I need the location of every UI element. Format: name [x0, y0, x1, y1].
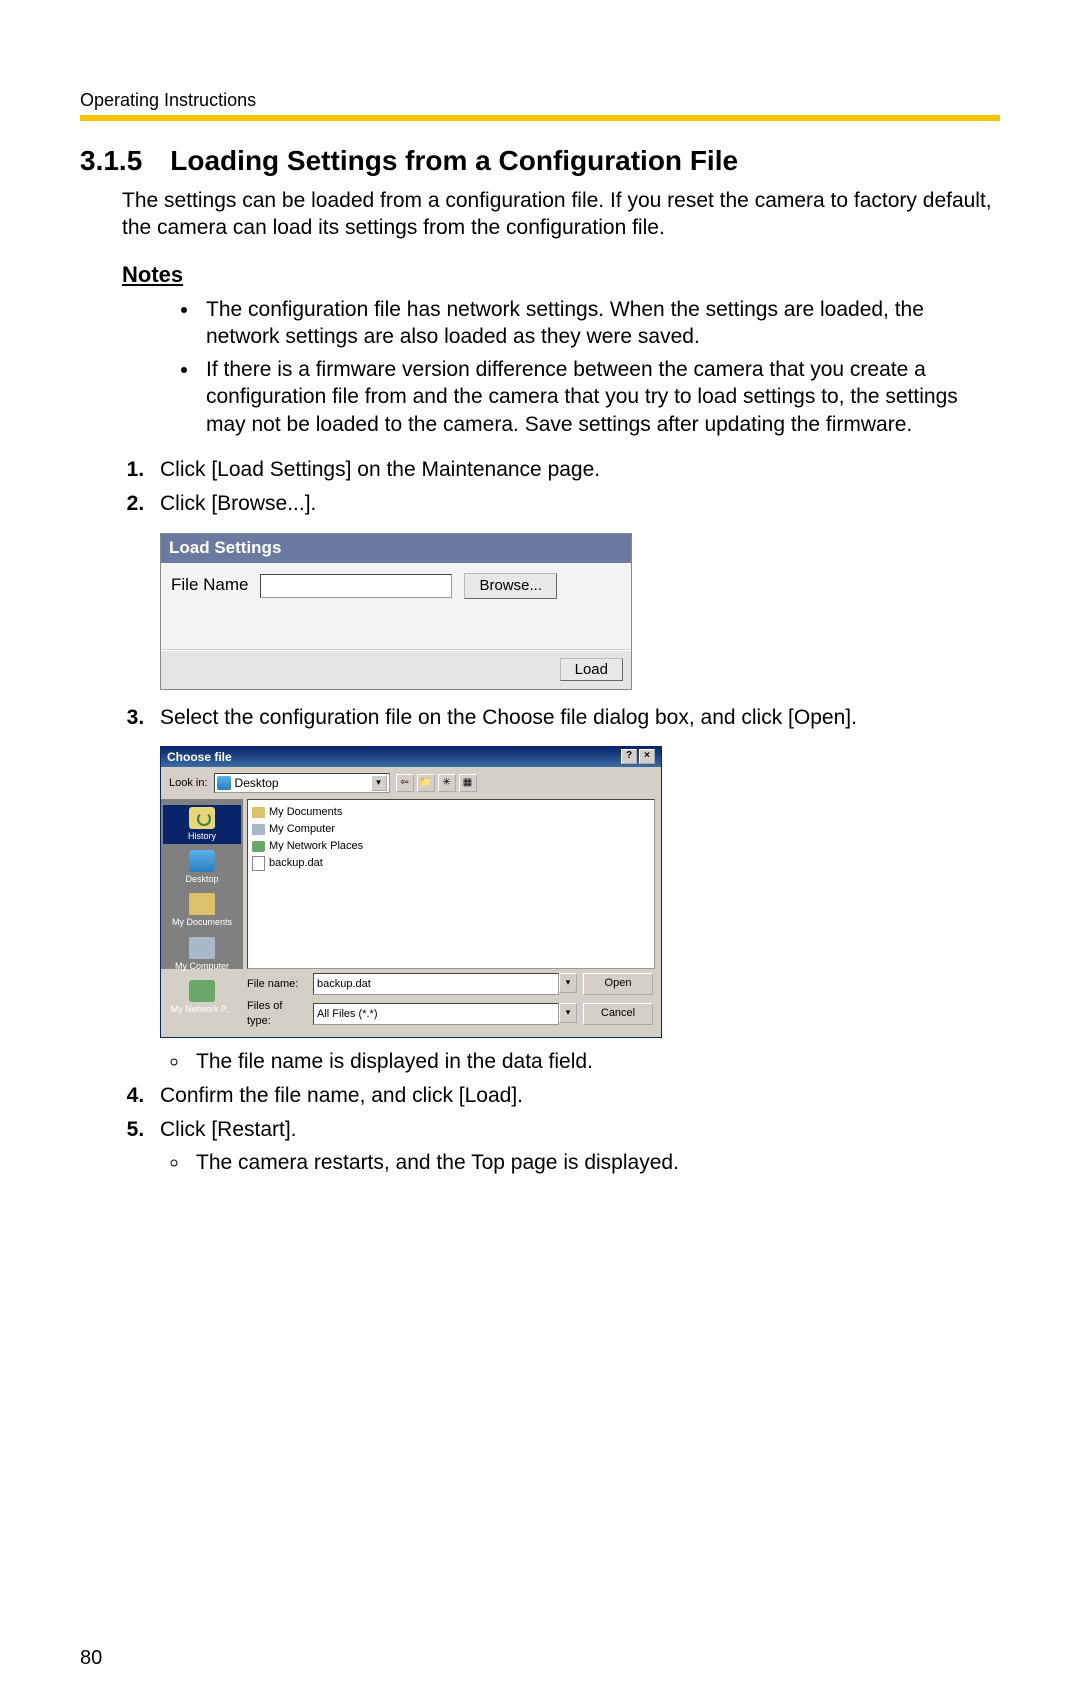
filetype-field[interactable]: All Files (*.*)▾ [313, 1003, 577, 1025]
filename-label: File name: [247, 977, 307, 992]
window-controls: ? × [621, 749, 655, 764]
header-rule [80, 115, 1000, 121]
file-label: backup.dat [269, 856, 323, 871]
sidebar-label: My Documents [172, 917, 232, 927]
step-text: Click [Browse...]. [160, 492, 316, 515]
browse-button[interactable]: Browse... [464, 573, 557, 599]
filetype-label: Files of type: [247, 999, 307, 1029]
load-settings-panel: Load Settings File Name Browse... Load [160, 533, 632, 690]
help-icon[interactable]: ? [621, 749, 637, 764]
panel-footer: Load [161, 650, 631, 689]
running-header: Operating Instructions [80, 90, 1000, 111]
list-item[interactable]: My Network Places [252, 838, 650, 855]
chevron-down-icon[interactable]: ▾ [559, 1003, 577, 1023]
sidebar-label: History [188, 831, 216, 841]
lookin-value: Desktop [235, 775, 279, 791]
new-folder-icon[interactable]: ✳ [438, 774, 456, 792]
file-label: My Network Places [269, 839, 363, 854]
step-4: Confirm the file name, and click [Load]. [150, 1082, 1000, 1110]
folder-icon [252, 807, 265, 818]
places-sidebar: History Desktop My Documents My Computer… [161, 799, 243, 969]
desktop-icon [217, 776, 231, 790]
network-icon [189, 980, 215, 1002]
desktop-icon [189, 850, 215, 872]
sidebar-mydocs[interactable]: My Documents [163, 891, 241, 930]
panel-title: Load Settings [161, 534, 631, 563]
step-2: Click [Browse...]. Load Settings File Na… [150, 490, 1000, 689]
section-title-text: Loading Settings from a Configuration Fi… [170, 145, 738, 176]
sidebar-mycomputer[interactable]: My Computer [163, 935, 241, 974]
filetype-value: All Files (*.*) [313, 1003, 559, 1025]
substep-list: The file name is displayed in the data f… [190, 1048, 1000, 1076]
list-item[interactable]: My Documents [252, 804, 650, 821]
filename-value: backup.dat [313, 973, 559, 995]
chevron-down-icon[interactable]: ▾ [371, 775, 387, 791]
section-number: 3.1.5 [80, 145, 142, 177]
substep-item: The file name is displayed in the data f… [190, 1048, 1000, 1076]
step-5: Click [Restart]. The camera restarts, an… [150, 1116, 1000, 1177]
substep-list: The camera restarts, and the Top page is… [190, 1149, 1000, 1177]
section-heading: 3.1.5 Loading Settings from a Configurati… [80, 145, 1000, 177]
cancel-button[interactable]: Cancel [583, 1003, 653, 1025]
filename-field[interactable]: backup.dat▾ [313, 973, 577, 995]
panel-body: File Name Browse... [161, 563, 631, 650]
sidebar-label: My Computer [175, 961, 229, 971]
substep-item: The camera restarts, and the Top page is… [190, 1149, 1000, 1177]
file-label: My Documents [269, 805, 342, 820]
note-item: The configuration file has network setti… [200, 296, 1000, 351]
dialog-toolbar: Look in: Desktop ▾ ⇦ 📁 ✳ ▦ [161, 767, 661, 799]
back-icon[interactable]: ⇦ [396, 774, 414, 792]
lookin-dropdown[interactable]: Desktop ▾ [214, 773, 390, 793]
file-name-input[interactable] [260, 574, 452, 598]
step-1: Click [Load Settings] on the Maintenance… [150, 456, 1000, 484]
dialog-titlebar: Choose file ? × [161, 747, 661, 767]
folder-icon [189, 893, 215, 915]
note-item: If there is a firmware version differenc… [200, 356, 1000, 438]
sidebar-label: Desktop [185, 874, 218, 884]
list-item[interactable]: backup.dat [252, 855, 650, 872]
network-icon [252, 841, 265, 852]
intro-paragraph: The settings can be loaded from a config… [122, 187, 1000, 242]
sidebar-history[interactable]: History [163, 805, 241, 844]
view-icon[interactable]: ▦ [459, 774, 477, 792]
chevron-down-icon[interactable]: ▾ [559, 973, 577, 993]
lookin-label: Look in: [169, 776, 208, 791]
file-icon [252, 856, 265, 871]
steps-list: Click [Load Settings] on the Maintenance… [150, 456, 1000, 1177]
step-text: Select the configuration file on the Cho… [160, 706, 857, 729]
notes-heading: Notes [122, 262, 1000, 288]
notes-list: The configuration file has network setti… [200, 296, 1000, 438]
toolbar-icons: ⇦ 📁 ✳ ▦ [396, 774, 477, 792]
list-item[interactable]: My Computer [252, 821, 650, 838]
history-icon [189, 807, 215, 829]
file-name-label: File Name [171, 574, 248, 597]
computer-icon [252, 824, 265, 835]
sidebar-network[interactable]: My Network P... [163, 978, 241, 1017]
sidebar-desktop[interactable]: Desktop [163, 848, 241, 887]
step-3: Select the configuration file on the Cho… [150, 704, 1000, 1077]
open-button[interactable]: Open [583, 973, 653, 995]
step-text: Click [Load Settings] on the Maintenance… [160, 458, 600, 481]
sidebar-label: My Network P... [171, 1004, 233, 1014]
step-text: Confirm the file name, and click [Load]. [160, 1084, 523, 1107]
load-button[interactable]: Load [560, 658, 623, 681]
computer-icon [189, 937, 215, 959]
dialog-main: History Desktop My Documents My Computer… [161, 799, 661, 969]
dialog-title: Choose file [167, 749, 232, 765]
choose-file-dialog: Choose file ? × Look in: Desktop ▾ ⇦ [160, 746, 662, 1038]
up-icon[interactable]: 📁 [417, 774, 435, 792]
close-icon[interactable]: × [639, 749, 655, 764]
page-number: 80 [80, 1647, 102, 1670]
step-text: Click [Restart]. [160, 1118, 297, 1141]
file-label: My Computer [269, 822, 335, 837]
file-list[interactable]: My Documents My Computer My Network Plac… [247, 799, 655, 969]
